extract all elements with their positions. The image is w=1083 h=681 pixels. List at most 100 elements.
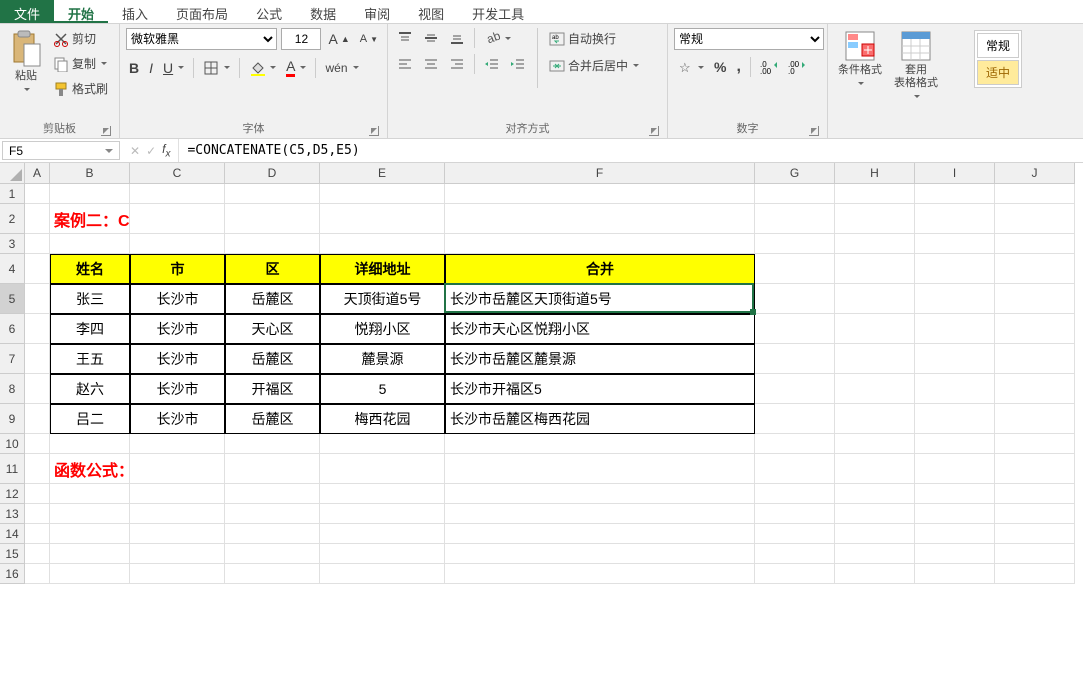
dialog-launcher-icon[interactable] bbox=[649, 126, 659, 136]
cell-G14[interactable] bbox=[755, 524, 835, 544]
cell-B3[interactable] bbox=[50, 234, 130, 254]
cell-J9[interactable] bbox=[995, 404, 1075, 434]
number-format-select[interactable]: 常规 bbox=[674, 28, 824, 50]
phonetic-button[interactable]: wén bbox=[322, 59, 361, 77]
cell-G13[interactable] bbox=[755, 504, 835, 524]
cell-I11[interactable] bbox=[915, 454, 995, 484]
cell-J5[interactable] bbox=[995, 284, 1075, 314]
cell-F8[interactable]: 长沙市开福区5 bbox=[445, 374, 755, 404]
cell-I4[interactable] bbox=[915, 254, 995, 284]
row-header-2[interactable]: 2 bbox=[0, 204, 25, 234]
cell-I6[interactable] bbox=[915, 314, 995, 344]
cell-J2[interactable] bbox=[995, 204, 1075, 234]
cell-H4[interactable] bbox=[835, 254, 915, 284]
cell-J6[interactable] bbox=[995, 314, 1075, 344]
cell-D5[interactable]: 岳麓区 bbox=[225, 284, 320, 314]
underline-button[interactable]: U bbox=[160, 58, 187, 78]
cell-I14[interactable] bbox=[915, 524, 995, 544]
align-middle-button[interactable] bbox=[420, 28, 442, 48]
row-header-15[interactable]: 15 bbox=[0, 544, 25, 564]
cell-E15[interactable] bbox=[320, 544, 445, 564]
cell-D7[interactable]: 岳麓区 bbox=[225, 344, 320, 374]
cell-C11[interactable] bbox=[130, 454, 225, 484]
percent-button[interactable]: % bbox=[711, 57, 729, 77]
cell-H12[interactable] bbox=[835, 484, 915, 504]
cell-D9[interactable]: 岳麓区 bbox=[225, 404, 320, 434]
cell-E6[interactable]: 悦翔小区 bbox=[320, 314, 445, 344]
cell-G3[interactable] bbox=[755, 234, 835, 254]
cell-J7[interactable] bbox=[995, 344, 1075, 374]
cell-A11[interactable] bbox=[25, 454, 50, 484]
decrease-decimal-button[interactable]: .00.0 bbox=[785, 57, 809, 77]
cell-A6[interactable] bbox=[25, 314, 50, 344]
cell-E5[interactable]: 天顶街道5号 bbox=[320, 284, 445, 314]
cell-J10[interactable] bbox=[995, 434, 1075, 454]
row-header-9[interactable]: 9 bbox=[0, 404, 25, 434]
row-header-3[interactable]: 3 bbox=[0, 234, 25, 254]
cell-F5[interactable]: 长沙市岳麓区天顶街道5号 bbox=[445, 284, 755, 314]
cell-J16[interactable] bbox=[995, 564, 1075, 584]
fill-color-button[interactable] bbox=[246, 58, 279, 78]
font-size-input[interactable] bbox=[281, 28, 321, 50]
cell-D15[interactable] bbox=[225, 544, 320, 564]
cell-A16[interactable] bbox=[25, 564, 50, 584]
cell-A8[interactable] bbox=[25, 374, 50, 404]
cell-H15[interactable] bbox=[835, 544, 915, 564]
cell-B8[interactable]: 赵六 bbox=[50, 374, 130, 404]
cell-C13[interactable] bbox=[130, 504, 225, 524]
tab-developer[interactable]: 开发工具 bbox=[458, 0, 538, 23]
cell-E16[interactable] bbox=[320, 564, 445, 584]
align-left-button[interactable] bbox=[394, 54, 416, 74]
cell-G5[interactable] bbox=[755, 284, 835, 314]
cell-F1[interactable] bbox=[445, 184, 755, 204]
cell-C1[interactable] bbox=[130, 184, 225, 204]
copy-button[interactable]: 复制 bbox=[50, 53, 111, 74]
cell-B12[interactable] bbox=[50, 484, 130, 504]
cell-E1[interactable] bbox=[320, 184, 445, 204]
dialog-launcher-icon[interactable] bbox=[809, 126, 819, 136]
cell-H8[interactable] bbox=[835, 374, 915, 404]
cell-A1[interactable] bbox=[25, 184, 50, 204]
cell-I7[interactable] bbox=[915, 344, 995, 374]
cell-C5[interactable]: 长沙市 bbox=[130, 284, 225, 314]
cell-A7[interactable] bbox=[25, 344, 50, 374]
cell-I5[interactable] bbox=[915, 284, 995, 314]
formula-input[interactable] bbox=[179, 139, 1083, 162]
cell-A9[interactable] bbox=[25, 404, 50, 434]
cell-F11[interactable] bbox=[445, 454, 755, 484]
cell-B9[interactable]: 吕二 bbox=[50, 404, 130, 434]
decrease-font-button[interactable]: A▼ bbox=[357, 31, 381, 47]
tab-file[interactable]: 文件 bbox=[0, 0, 54, 23]
cell-D1[interactable] bbox=[225, 184, 320, 204]
cell-I15[interactable] bbox=[915, 544, 995, 564]
orientation-button[interactable]: ab bbox=[481, 28, 514, 48]
cell-H6[interactable] bbox=[835, 314, 915, 344]
cell-G10[interactable] bbox=[755, 434, 835, 454]
cell-C8[interactable]: 长沙市 bbox=[130, 374, 225, 404]
cell-E11[interactable] bbox=[320, 454, 445, 484]
col-header-C[interactable]: C bbox=[130, 163, 225, 184]
cell-D13[interactable] bbox=[225, 504, 320, 524]
accounting-format-button[interactable]: ☆ bbox=[674, 57, 707, 77]
row-header-10[interactable]: 10 bbox=[0, 434, 25, 454]
cell-J15[interactable] bbox=[995, 544, 1075, 564]
cell-E2[interactable] bbox=[320, 204, 445, 234]
cell-H2[interactable] bbox=[835, 204, 915, 234]
comma-button[interactable]: , bbox=[733, 56, 743, 78]
cell-G4[interactable] bbox=[755, 254, 835, 284]
name-box[interactable]: F5 bbox=[2, 141, 120, 160]
cell-G7[interactable] bbox=[755, 344, 835, 374]
cell-G12[interactable] bbox=[755, 484, 835, 504]
cell-F4[interactable]: 合并 bbox=[445, 254, 755, 284]
cell-E13[interactable] bbox=[320, 504, 445, 524]
cell-G6[interactable] bbox=[755, 314, 835, 344]
cell-H10[interactable] bbox=[835, 434, 915, 454]
cell-H7[interactable] bbox=[835, 344, 915, 374]
col-header-J[interactable]: J bbox=[995, 163, 1075, 184]
cell-C14[interactable] bbox=[130, 524, 225, 544]
cell-I8[interactable] bbox=[915, 374, 995, 404]
cell-G9[interactable] bbox=[755, 404, 835, 434]
cell-J3[interactable] bbox=[995, 234, 1075, 254]
col-header-D[interactable]: D bbox=[225, 163, 320, 184]
cell-I10[interactable] bbox=[915, 434, 995, 454]
